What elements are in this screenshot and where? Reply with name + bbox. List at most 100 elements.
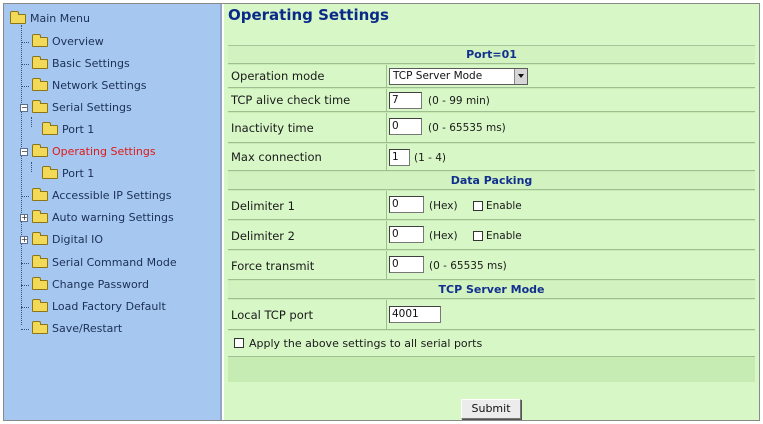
tree-guide-line	[21, 64, 29, 65]
sidebar-item-label: Auto warning Settings	[52, 211, 174, 224]
delimiter-1-label: Delimiter 1	[231, 199, 296, 213]
row-operation-mode: Operation mode TCP Server Mode	[228, 65, 755, 88]
sidebar-item-serial-port-1[interactable]: Port 1	[40, 122, 200, 138]
delimiter-2-input[interactable]: 0	[389, 226, 424, 243]
sidebar-nav: Main Menu Overview Basic Settings Networ…	[4, 4, 222, 420]
sidebar-item-label: Digital IO	[52, 233, 104, 246]
inactivity-time-hint: (0 - 65535 ms)	[428, 122, 506, 134]
submit-button[interactable]: Submit	[461, 399, 521, 419]
sidebar-root-main-menu[interactable]: Main Menu	[8, 11, 208, 27]
apply-all-label: Apply the above settings to all serial p…	[249, 337, 483, 350]
local-tcp-port-input[interactable]: 4001	[389, 306, 441, 323]
inactivity-time-input[interactable]: 0	[389, 118, 422, 135]
max-connection-hint: (1 - 4)	[414, 152, 447, 164]
sidebar-item-label: Load Factory Default	[52, 300, 166, 313]
delimiter-2-enable-label: Enable	[486, 230, 522, 242]
tree-guide-line	[21, 86, 29, 87]
tree-guide-line	[21, 285, 29, 286]
folder-icon	[42, 166, 58, 179]
sidebar-item-label: Serial Command Mode	[52, 256, 177, 269]
apply-all-checkbox[interactable]	[234, 338, 244, 348]
sidebar-item-label: Change Password	[52, 278, 149, 291]
settings-table: Port=01 Operation mode TCP Server Mode T…	[228, 45, 755, 382]
folder-icon	[32, 299, 48, 312]
sidebar-item-operating-settings[interactable]: − Operating Settings	[20, 144, 210, 160]
folder-icon	[32, 56, 48, 69]
tree-guide-line	[21, 196, 29, 197]
sidebar-item-serial-settings[interactable]: − Serial Settings	[20, 100, 210, 116]
sidebar-item-basic-settings[interactable]: Basic Settings	[30, 56, 210, 72]
inactivity-time-label: Inactivity time	[231, 121, 314, 135]
folder-icon	[32, 210, 48, 223]
main-content: Operating Settings Port=01 Operation mod…	[224, 4, 759, 420]
delimiter-1-input[interactable]: 0	[389, 196, 424, 213]
folder-icon	[32, 188, 48, 201]
sidebar-item-digital-io[interactable]: + Digital IO	[20, 232, 210, 248]
max-connection-label: Max connection	[231, 150, 322, 164]
force-transmit-input[interactable]: 0	[389, 256, 424, 273]
folder-icon	[32, 34, 48, 47]
folder-icon	[42, 122, 58, 135]
sidebar-item-save-restart[interactable]: Save/Restart	[30, 321, 210, 337]
sidebar-item-label: Main Menu	[30, 12, 90, 25]
sidebar-item-overview[interactable]: Overview	[30, 34, 210, 50]
tree-guide-line	[21, 307, 29, 308]
force-transmit-hint: (0 - 65535 ms)	[429, 260, 507, 272]
data-packing-header: Data Packing	[228, 172, 755, 190]
expand-toggle-icon[interactable]: +	[20, 214, 28, 222]
tcp-alive-check-input[interactable]: 7	[389, 92, 422, 109]
row-force-transmit: Force transmit 0 (0 - 65535 ms)	[228, 251, 755, 280]
tree-guide-line	[21, 42, 29, 43]
row-delimiter-1: Delimiter 1 0 (Hex) Enable	[228, 191, 755, 220]
tree-guide-line	[31, 117, 32, 127]
delimiter-1-enable-checkbox[interactable]	[473, 201, 483, 211]
row-max-connection: Max connection 1 (1 - 4)	[228, 144, 755, 171]
collapse-toggle-icon[interactable]: −	[20, 148, 28, 156]
local-tcp-port-label: Local TCP port	[231, 308, 314, 322]
row-tcp-alive-check: TCP alive check time 7 (0 - 99 min)	[228, 89, 755, 112]
sidebar-item-label: Basic Settings	[52, 57, 130, 70]
sidebar-item-accessible-ip[interactable]: Accessible IP Settings	[30, 188, 215, 204]
sidebar-item-serial-command-mode[interactable]: Serial Command Mode	[30, 255, 215, 271]
operation-mode-value: TCP Server Mode	[393, 70, 483, 82]
dropdown-arrow-icon[interactable]	[514, 69, 527, 84]
sidebar-item-label: Overview	[52, 35, 104, 48]
sidebar-item-label: Port 1	[62, 123, 95, 136]
sidebar-item-operating-port-1[interactable]: Port 1	[40, 166, 200, 182]
sidebar-item-load-factory-default[interactable]: Load Factory Default	[30, 299, 215, 315]
tcp-alive-check-label: TCP alive check time	[231, 93, 351, 107]
delimiter-2-enable-checkbox[interactable]	[473, 231, 483, 241]
tree-guide-line	[31, 162, 32, 172]
delimiter-1-enable-label: Enable	[486, 200, 522, 212]
folder-open-icon	[32, 100, 48, 113]
sidebar-item-auto-warning[interactable]: + Auto warning Settings	[20, 210, 215, 226]
max-connection-input[interactable]: 1	[389, 149, 410, 166]
folder-icon	[32, 277, 48, 290]
collapse-toggle-icon[interactable]: −	[20, 104, 28, 112]
sidebar-item-change-password[interactable]: Change Password	[30, 277, 210, 293]
sidebar-item-label: Network Settings	[52, 79, 147, 92]
sidebar-item-label: Operating Settings	[52, 145, 156, 158]
force-transmit-label: Force transmit	[231, 259, 315, 273]
row-apply-all: Apply the above settings to all serial p…	[228, 331, 755, 357]
tcp-server-mode-header: TCP Server Mode	[228, 281, 755, 299]
tree-guide-line	[21, 263, 29, 264]
operation-mode-select[interactable]: TCP Server Mode	[389, 68, 528, 85]
folder-icon	[32, 232, 48, 245]
sidebar-item-label: Serial Settings	[52, 101, 132, 114]
sidebar-item-network-settings[interactable]: Network Settings	[30, 78, 210, 94]
row-local-tcp-port: Local TCP port 4001	[228, 300, 755, 330]
tree-guide-line	[21, 25, 22, 325]
port-header: Port=01	[228, 46, 755, 64]
folder-icon	[32, 78, 48, 91]
folder-icon	[32, 255, 48, 268]
folder-open-icon	[32, 144, 48, 157]
sidebar-item-label: Save/Restart	[52, 322, 123, 335]
row-delimiter-2: Delimiter 2 0 (Hex) Enable	[228, 221, 755, 250]
sidebar-item-label: Port 1	[62, 167, 95, 180]
tree-guide-line	[21, 329, 29, 330]
folder-open-icon	[10, 11, 26, 24]
folder-icon	[32, 321, 48, 334]
expand-toggle-icon[interactable]: +	[20, 236, 28, 244]
row-inactivity-time: Inactivity time 0 (0 - 65535 ms)	[228, 113, 755, 143]
